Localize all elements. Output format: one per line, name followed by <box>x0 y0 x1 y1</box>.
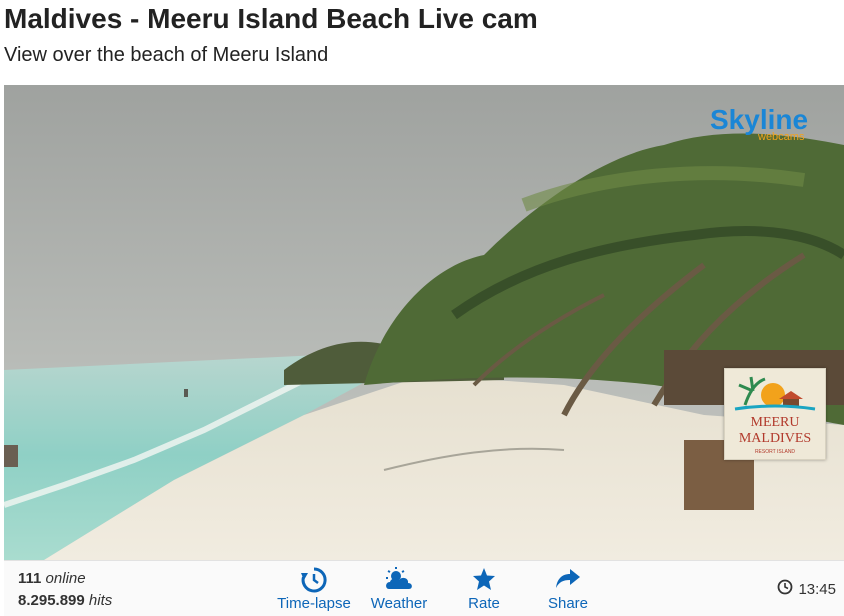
rate-label: Rate <box>468 595 500 612</box>
svg-text:webcams: webcams <box>757 131 805 143</box>
clock-icon <box>777 579 793 599</box>
share-label: Share <box>547 595 589 612</box>
weather-icon <box>357 567 441 593</box>
hits-label: hits <box>88 592 113 609</box>
viewer-stats: 111 online 8.295.899 hits <box>18 568 112 612</box>
local-time: 13:45 <box>777 579 836 599</box>
share-icon <box>526 567 610 593</box>
meeru-maldives-logo: MEERU MALDIVES RESORT ISLAND <box>724 368 826 460</box>
webcam-scene <box>4 85 844 560</box>
rate-button[interactable]: Rate <box>442 565 526 615</box>
weather-button[interactable]: Weather <box>357 565 441 615</box>
online-count: 111 <box>18 570 42 587</box>
online-stat: 111 online <box>18 568 112 590</box>
page-subtitle: View over the beach of Meeru Island <box>4 44 329 66</box>
svg-text:MALDIVES: MALDIVES <box>739 431 811 446</box>
online-label: online <box>45 570 86 587</box>
svg-text:MEERU: MEERU <box>751 415 800 430</box>
page-title: Maldives - Meeru Island Beach Live cam <box>4 3 538 34</box>
timelapse-icon <box>272 567 356 593</box>
star-icon <box>442 567 526 593</box>
hits-count: 8.295.899 <box>18 592 85 609</box>
webcam-toolbar: 111 online 8.295.899 hits Time-lapse Wea… <box>4 560 844 616</box>
timelapse-button[interactable]: Time-lapse <box>272 565 356 615</box>
webcam-video-player[interactable]: Skyline webcams MEERU MALDIVES RESORT IS… <box>4 85 844 560</box>
hits-stat: 8.295.899 hits <box>18 590 112 612</box>
weather-label: Weather <box>370 595 428 612</box>
svg-text:RESORT ISLAND: RESORT ISLAND <box>755 449 795 455</box>
skyline-webcams-logo[interactable]: Skyline webcams <box>708 103 816 143</box>
timelapse-label: Time-lapse <box>277 595 351 612</box>
clock-time: 13:45 <box>798 580 836 598</box>
share-button[interactable]: Share <box>526 565 610 615</box>
